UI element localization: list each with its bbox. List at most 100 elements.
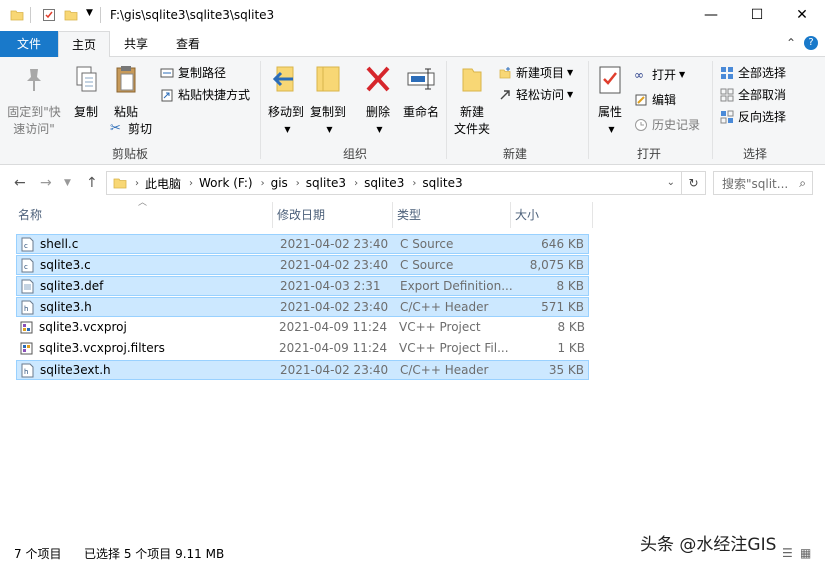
column-headers: 名称 修改日期 类型 大小 <box>14 202 594 228</box>
cut-button[interactable]: ✂ 剪切 <box>110 119 152 139</box>
new-folder-icon[interactable] <box>64 8 78 22</box>
history-button[interactable]: 历史记录 <box>634 115 700 135</box>
column-header-size[interactable]: 大小 <box>511 202 593 228</box>
details-view-icon[interactable]: ☰ <box>782 546 793 560</box>
rename-button[interactable]: 重命名 <box>400 63 442 121</box>
group-separator <box>260 61 261 159</box>
easy-access-button[interactable]: 轻松访问 ▼ <box>498 85 573 105</box>
collapse-ribbon-icon[interactable]: ⌃ <box>786 36 796 50</box>
address-history-chevron-icon[interactable]: ⌄ <box>667 177 675 188</box>
up-arrow-icon[interactable]: ↑ <box>86 175 98 191</box>
breadcrumb-chevron-icon[interactable]: › <box>354 178 358 189</box>
search-input[interactable]: 搜索"sqlit... ⌕ <box>713 171 813 195</box>
breadcrumb-work-drive[interactable]: Work (F:) <box>199 176 253 190</box>
easy-access-dropdown-icon[interactable]: ▼ <box>567 85 573 105</box>
back-arrow-icon[interactable]: ← <box>14 175 26 191</box>
edit-label: 编辑 <box>652 93 677 107</box>
column-header-type[interactable]: 类型 <box>393 202 511 228</box>
breadcrumb-chevron-icon[interactable]: › <box>261 178 265 189</box>
window-title: F:\gis\sqlite3\sqlite3\sqlite3 <box>110 8 275 22</box>
address-bar[interactable]: › 此电脑 › Work (F:) › gis › sqlite3 › sqli… <box>106 171 682 195</box>
minimize-button[interactable]: — <box>688 0 734 30</box>
forward-arrow-icon[interactable]: → <box>40 175 52 191</box>
file-row[interactable]: h sqlite3.h 2021-04-02 23:40 C/C++ Heade… <box>16 297 589 317</box>
paste-shortcut-button[interactable]: 粘贴快捷方式 <box>160 85 250 105</box>
properties-dropdown-icon[interactable]: ▼ <box>597 121 626 138</box>
select-none-button[interactable]: 全部取消 <box>720 85 786 105</box>
open-dropdown-icon[interactable]: ▼ <box>679 65 685 85</box>
copy-path-button[interactable]: 复制路径 <box>160 63 226 83</box>
folder-icon <box>10 10 24 21</box>
copy-button[interactable]: 复制 <box>68 63 104 121</box>
close-button[interactable]: ✕ <box>779 0 825 30</box>
refresh-icon[interactable]: ↻ <box>682 171 706 195</box>
new-folder-button[interactable]: 新建 文件夹 <box>452 63 492 138</box>
select-all-button[interactable]: 全部选择 <box>720 63 786 83</box>
column-header-modified[interactable]: 修改日期 <box>273 202 393 228</box>
search-icon[interactable]: ⌕ <box>799 176 806 191</box>
invert-selection-button[interactable]: 反向选择 <box>720 107 786 127</box>
edit-button[interactable]: 编辑 <box>634 90 676 110</box>
breadcrumb-sqlite3-3[interactable]: sqlite3 <box>422 176 462 190</box>
recent-locations-icon[interactable]: ▼ <box>64 178 71 188</box>
tab-share[interactable]: 共享 <box>112 31 160 57</box>
open-button[interactable]: ∞ 打开 ▼ <box>634 65 685 85</box>
rename-label: 重命名 <box>402 105 439 119</box>
pin-quick-access-button[interactable]: 固定到"快 速访问" <box>6 63 62 138</box>
quick-access-dropdown-icon[interactable]: ▼ <box>86 8 93 18</box>
new-group-label: 新建 <box>502 147 527 161</box>
breadcrumb-this-pc[interactable]: 此电脑 <box>145 175 181 192</box>
file-date: 2021-04-09 11:24 <box>279 320 388 334</box>
file-name: sqlite3.vcxproj.filters <box>39 341 165 355</box>
breadcrumb-chevron-icon[interactable]: › <box>296 178 300 189</box>
group-separator <box>446 61 447 159</box>
h-file-icon: h <box>21 300 34 315</box>
vcxproj-file-icon <box>20 320 33 335</box>
folder-icon <box>113 178 127 189</box>
pin-icon <box>27 69 41 91</box>
breadcrumb-chevron-icon[interactable]: › <box>189 178 193 189</box>
file-row[interactable]: sqlite3.vcxproj 2021-04-09 11:24 VC++ Pr… <box>16 318 589 338</box>
maximize-button[interactable]: ☐ <box>734 0 780 30</box>
rename-icon <box>407 68 435 90</box>
properties-button[interactable]: 属性 ▼ <box>594 63 626 138</box>
file-row[interactable]: c sqlite3.c 2021-04-02 23:40 C Source 8,… <box>16 255 589 275</box>
navigation-bar: ← → ▼ ↑ › 此电脑 › Work (F:) › gis › sqlite… <box>0 166 825 200</box>
open-icon: ∞ <box>634 68 644 82</box>
invert-selection-icon <box>720 110 734 124</box>
file-name: shell.c <box>40 237 79 251</box>
tab-home[interactable]: 主页 <box>58 31 110 58</box>
svg-text:h: h <box>24 368 28 376</box>
file-row[interactable]: c shell.c 2021-04-02 23:40 C Source 646 … <box>16 234 589 254</box>
easy-access-label: 轻松访问 <box>516 88 565 102</box>
delete-button[interactable]: 删除 ▼ <box>362 63 394 138</box>
breadcrumb-sqlite3-2[interactable]: sqlite3 <box>364 176 404 190</box>
breadcrumb-sqlite3-1[interactable]: sqlite3 <box>306 176 346 190</box>
properties-check-icon[interactable] <box>42 8 56 22</box>
move-to-button[interactable]: 移动到 ▼ <box>266 63 306 138</box>
delete-dropdown-icon[interactable]: ▼ <box>365 121 394 138</box>
tab-file[interactable]: 文件 <box>0 31 58 57</box>
breadcrumb-chevron-icon[interactable]: › <box>412 178 416 189</box>
breadcrumb-chevron-icon[interactable]: › <box>135 178 139 189</box>
paste-icon <box>116 66 136 93</box>
new-item-dropdown-icon[interactable]: ▼ <box>567 63 573 83</box>
breadcrumb-gis[interactable]: gis <box>271 176 288 190</box>
copy-to-button[interactable]: 复制到 ▼ <box>308 63 348 138</box>
copy-to-dropdown-icon[interactable]: ▼ <box>311 121 348 138</box>
paste-button[interactable]: 粘贴 <box>108 63 144 121</box>
tab-view[interactable]: 查看 <box>164 31 212 57</box>
column-header-name[interactable]: 名称 <box>14 202 273 228</box>
new-folder-label-2: 文件夹 <box>453 122 490 136</box>
file-size: 8,075 KB <box>529 258 584 272</box>
file-date: 2021-04-02 23:40 <box>280 258 389 272</box>
file-row[interactable]: sqlite3.vcxproj.filters 2021-04-09 11:24… <box>16 339 589 359</box>
move-to-dropdown-icon[interactable]: ▼ <box>269 121 306 138</box>
file-row[interactable]: h sqlite3ext.h 2021-04-02 23:40 C/C++ He… <box>16 360 589 380</box>
open-group-label: 打开 <box>636 147 661 161</box>
new-item-icon <box>499 67 511 79</box>
new-item-button[interactable]: 新建项目 ▼ <box>498 63 573 83</box>
large-icons-view-icon[interactable]: ▦ <box>800 546 811 560</box>
file-row[interactable]: sqlite3.def 2021-04-03 2:31 Export Defin… <box>16 276 589 296</box>
help-icon[interactable]: ? <box>804 36 818 50</box>
